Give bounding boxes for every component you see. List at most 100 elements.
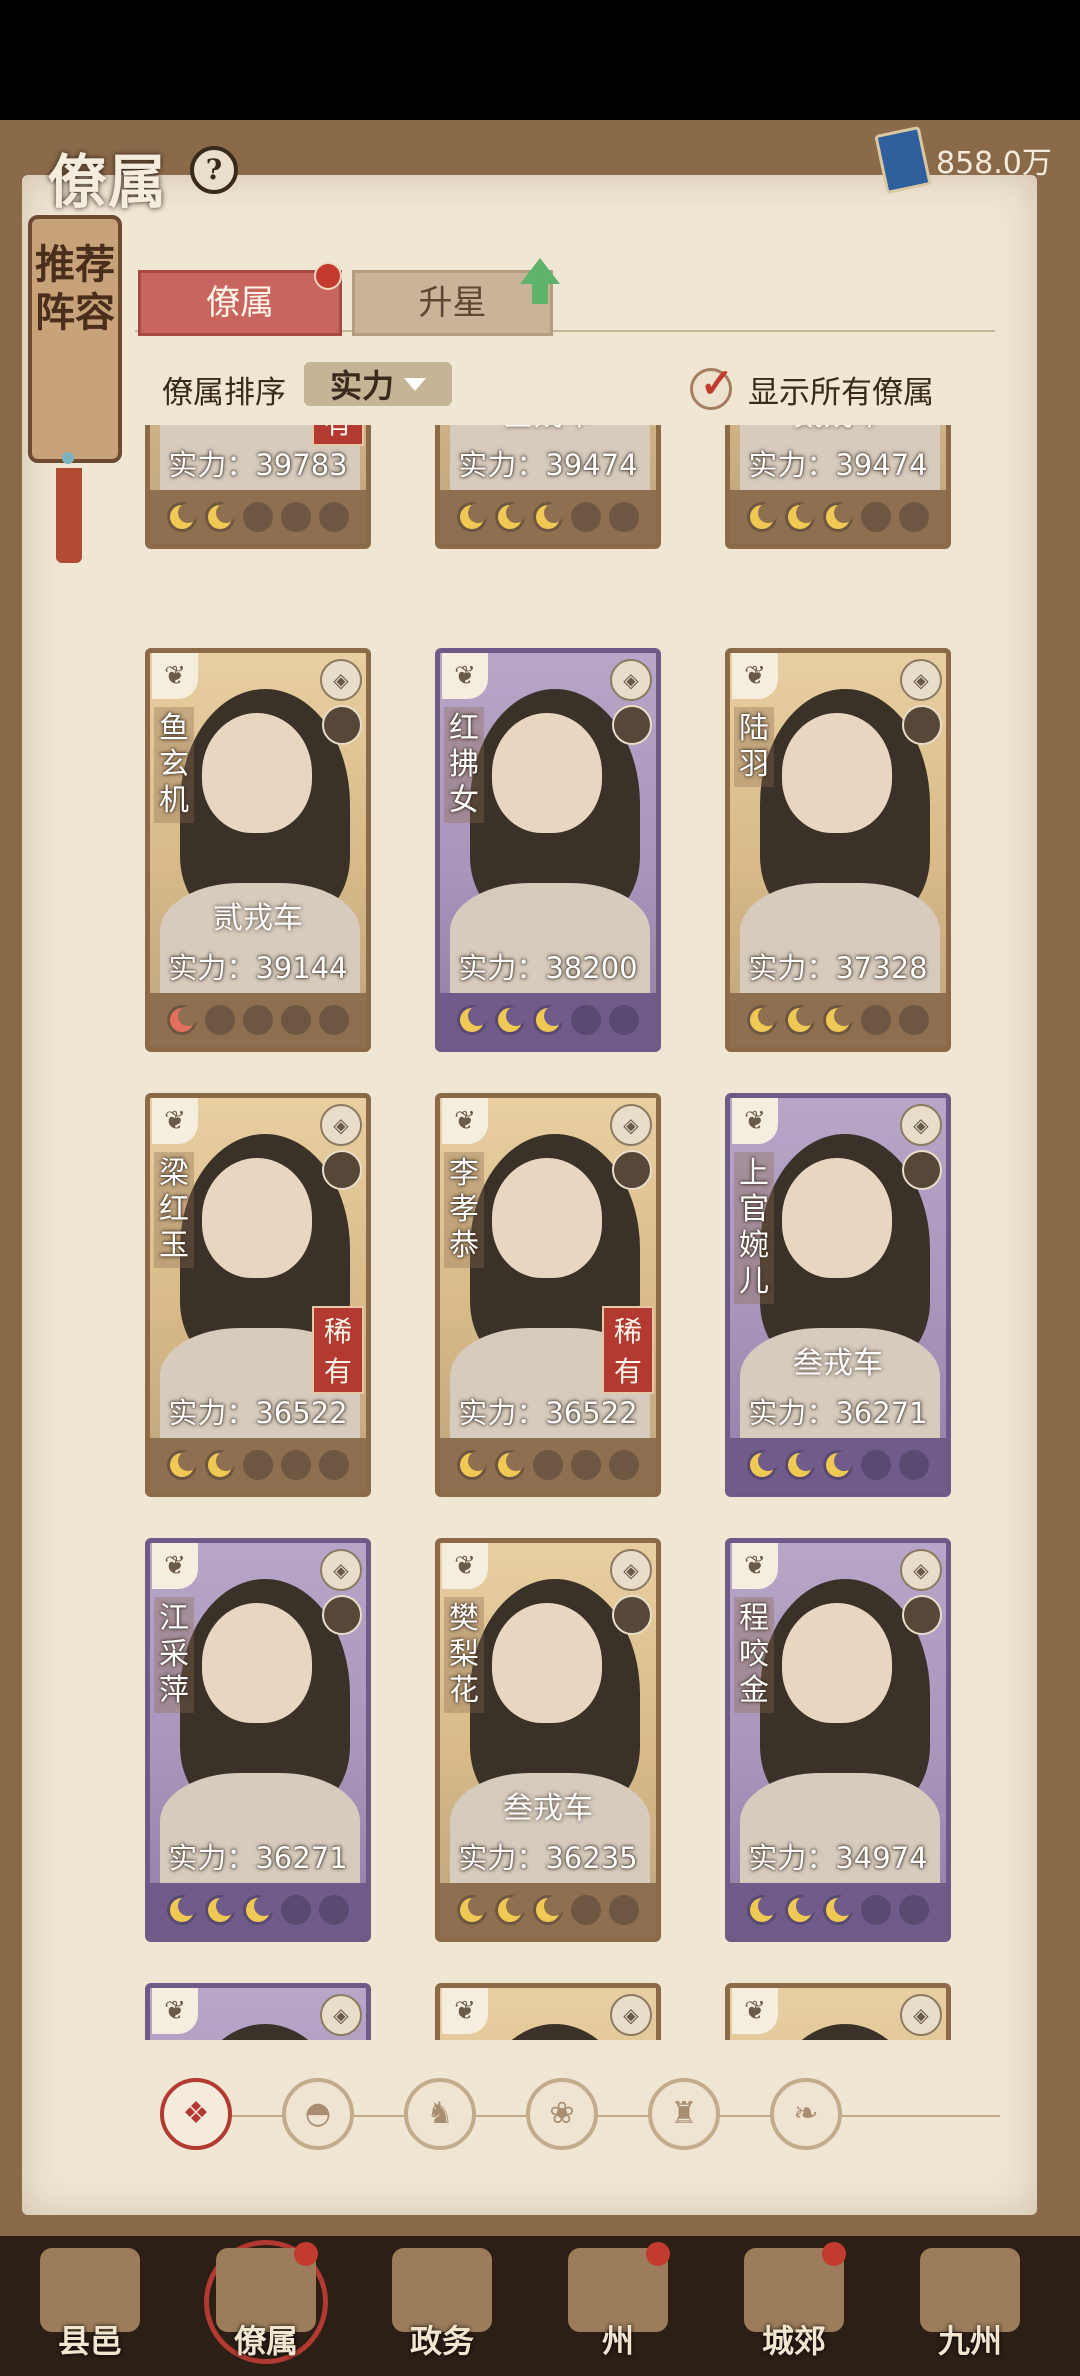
moon-star-icon	[533, 502, 564, 532]
moon-star-icon	[495, 502, 526, 532]
subordinate-card[interactable]: ❦ ◈	[435, 1983, 661, 2040]
currency-display[interactable]: 858.0万	[874, 125, 1052, 195]
faction-icon: ❦	[152, 1543, 198, 1589]
moon-star-icon	[243, 502, 273, 532]
moon-star-icon	[457, 1005, 488, 1035]
portrait-face	[782, 1158, 892, 1278]
type-icon: ◈	[320, 659, 362, 701]
sort-dropdown[interactable]: 实力	[304, 362, 452, 406]
recommended-lineup-button[interactable]: 推荐阵容	[28, 215, 122, 463]
moon-star-icon	[823, 502, 854, 532]
cat-icon[interactable]: ♞	[404, 2078, 476, 2150]
rank-label: 贰戎车	[213, 901, 303, 936]
moon-star-icon	[823, 1895, 854, 1925]
moon-star-icon	[495, 1450, 526, 1480]
nav-item[interactable]: 城郊	[714, 2236, 874, 2376]
subordinate-card[interactable]: ❦◈叁戎车实力：39474	[435, 425, 661, 549]
partner-avatar	[612, 1150, 652, 1190]
upgrade-arrow-icon	[520, 258, 560, 284]
subordinate-card[interactable]: ❦ ◈ 鱼玄机 贰戎车 实力：39144	[145, 648, 371, 1052]
portrait-face	[492, 713, 602, 833]
moon-star-icon	[457, 1450, 488, 1480]
rarity-badge: 稀有	[602, 1306, 654, 1394]
power-value: 实力：36271	[168, 1841, 348, 1875]
partner-avatar	[612, 705, 652, 745]
moon-star-icon	[899, 502, 929, 532]
moon-star-icon	[205, 1005, 235, 1035]
subordinate-card[interactable]: ❦◈稀有实力：39783	[145, 425, 371, 549]
nav-item[interactable]: 僚属	[186, 2236, 346, 2376]
star-rating	[440, 490, 656, 544]
nav-item[interactable]: 政务	[362, 2236, 522, 2376]
tab-subordinates[interactable]: 僚属	[138, 270, 342, 336]
question-icon[interactable]: ?	[190, 146, 238, 194]
partner-avatar	[322, 1150, 362, 1190]
show-all-label[interactable]: 显示所有僚属	[748, 367, 934, 412]
moon-star-icon	[319, 1895, 349, 1925]
power-value: 实力：37328	[748, 951, 928, 985]
moon-star-icon	[243, 1895, 274, 1925]
subordinate-card[interactable]: ❦ ◈ 梁红玉 稀有 实力：36522	[145, 1093, 371, 1497]
type-icon: ◈	[900, 1994, 942, 2036]
nav-item[interactable]: 县邑	[10, 2236, 170, 2376]
subordinate-card[interactable]: ❦ ◈ 陆羽 实力：37328	[725, 648, 951, 1052]
character-name: 梁红玉	[154, 1152, 194, 1268]
moon-star-icon	[899, 1450, 929, 1480]
partner-avatar	[902, 1150, 942, 1190]
faction-icon: ❦	[442, 1098, 488, 1144]
star-rating	[730, 993, 946, 1047]
nav-item[interactable]: 州	[538, 2236, 698, 2376]
partner-avatar	[902, 705, 942, 745]
helmet-icon[interactable]: ◓	[282, 2078, 354, 2150]
all-icon[interactable]: ❖	[160, 2078, 232, 2150]
subordinate-grid: ❦◈稀有实力：39783❦◈叁戎车实力：39474❦◈贰戎车实力：39474❦◈…	[130, 425, 1000, 2040]
faction-filter-bar: ❖ ◓ ♞ ❀ ♜ ❧	[160, 2078, 1000, 2154]
moon-star-icon	[281, 1450, 311, 1480]
notification-dot	[646, 2242, 670, 2266]
nav-label: 九州	[937, 2322, 1002, 2360]
power-value: 实力：34974	[748, 1841, 928, 1875]
subordinate-card[interactable]: ❦ ◈ 李孝恭 稀有 实力：36522	[435, 1093, 661, 1497]
partner-avatar	[322, 1595, 362, 1635]
beast-icon[interactable]: ♜	[648, 2078, 720, 2150]
fan-icon[interactable]: ❀	[526, 2078, 598, 2150]
subordinate-card[interactable]: ❦ ◈	[725, 1983, 951, 2040]
moon-star-icon	[571, 1450, 601, 1480]
character-name: 江采萍	[154, 1597, 194, 1713]
moon-star-icon	[281, 1895, 311, 1925]
moon-star-icon	[571, 1005, 601, 1035]
subordinate-card[interactable]: ❦ ◈ 程咬金 实力：34974	[725, 1538, 951, 1942]
moon-star-icon	[823, 1450, 854, 1480]
moon-star-icon	[571, 502, 601, 532]
nav-label: 僚属	[233, 2322, 298, 2360]
rank-label: 叁戎车	[503, 1791, 593, 1826]
upgrade-arrow-stem	[532, 282, 548, 304]
subordinate-card[interactable]: ❦◈贰戎车实力：39474	[725, 425, 951, 549]
moon-star-icon	[281, 502, 311, 532]
star-rating	[150, 490, 366, 544]
star-rating	[730, 1438, 946, 1492]
leaf-icon[interactable]: ❧	[770, 2078, 842, 2150]
subordinate-card[interactable]: ❦ ◈ 江采萍 实力：36271	[145, 1538, 371, 1942]
subordinate-card[interactable]: ❦ ◈ 樊梨花 叁戎车 实力：36235	[435, 1538, 661, 1942]
power-value: 实力：36522	[168, 1396, 348, 1430]
subordinate-card[interactable]: ❦ ◈ 上官婉儿 叁戎车 实力：36271	[725, 1093, 951, 1497]
faction-icon: ❦	[732, 653, 778, 699]
subordinate-card[interactable]: ❦ ◈ 红拂女 实力：38200	[435, 648, 661, 1052]
moon-star-icon	[609, 502, 639, 532]
type-icon: ◈	[320, 1994, 362, 2036]
portrait-face	[202, 1603, 312, 1723]
rank-label: 叁戎车	[440, 425, 656, 434]
nav-label: 县邑	[57, 2322, 122, 2360]
moon-star-icon	[167, 1005, 198, 1035]
nav-label: 城郊	[761, 2322, 826, 2360]
power-value: 实力：39474	[748, 448, 928, 482]
moon-star-icon	[785, 1005, 816, 1035]
type-icon: ◈	[610, 1994, 652, 2036]
nav-item[interactable]: 九州	[890, 2236, 1050, 2376]
type-icon: ◈	[900, 1549, 942, 1591]
power-value: 实力：39144	[168, 951, 348, 985]
subordinate-card[interactable]: ❦ ◈	[145, 1983, 371, 2040]
book-currency-icon	[874, 125, 932, 195]
moon-star-icon	[785, 1450, 816, 1480]
